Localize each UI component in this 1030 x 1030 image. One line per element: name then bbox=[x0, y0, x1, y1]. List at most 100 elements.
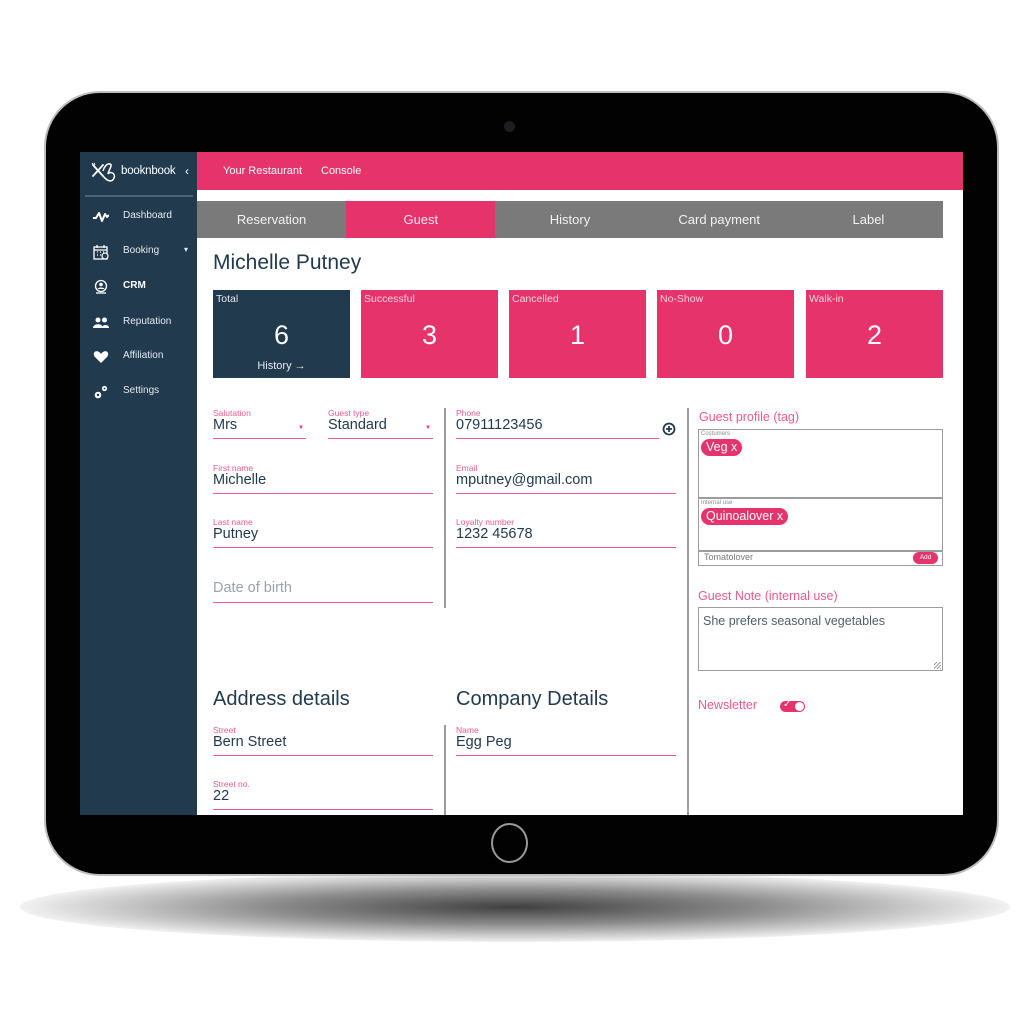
costumers-tag-section: Costumers Veg x bbox=[699, 430, 942, 498]
sidebar: booknbook ‹ Dashboard Booking ▾ CRM Repu… bbox=[80, 152, 197, 815]
first-name-field[interactable]: First name Michelle bbox=[213, 463, 433, 494]
field-value: Putney bbox=[213, 526, 259, 542]
sidebar-item-label: Reputation bbox=[123, 316, 172, 327]
device-shadow bbox=[20, 872, 1010, 942]
field-value: Mrs bbox=[213, 417, 238, 433]
stat-card-total: Total 6 History → bbox=[213, 290, 350, 378]
caret-down-icon: ▼ bbox=[298, 425, 304, 431]
field-value: 22 bbox=[213, 788, 230, 804]
field-value: 1232 45678 bbox=[456, 526, 533, 542]
field-value: 07911123456 bbox=[456, 417, 543, 433]
caret-down-icon: ▼ bbox=[425, 425, 431, 431]
stat-value: 2 bbox=[866, 320, 883, 350]
guest-type-select[interactable]: Guest type Standard ▼ bbox=[328, 408, 433, 439]
sidebar-item-label: Booking bbox=[123, 245, 160, 256]
sidebar-item-crm[interactable]: CRM bbox=[80, 273, 197, 301]
stat-value: 0 bbox=[717, 320, 734, 350]
stat-card-walk-in: Walk-in 2 bbox=[806, 290, 943, 378]
email-field[interactable]: Email mputney@gmail.com bbox=[456, 463, 676, 494]
tag-chip[interactable]: Veg x bbox=[701, 439, 743, 456]
stat-value: 3 bbox=[421, 320, 438, 350]
sidebar-item-settings[interactable]: Settings bbox=[80, 378, 197, 406]
add-tag-button[interactable]: Add bbox=[913, 552, 938, 564]
tab-reservation[interactable]: Reservation bbox=[197, 201, 346, 238]
phone-field[interactable]: Phone 07911123456 bbox=[456, 408, 659, 439]
home-button[interactable] bbox=[491, 823, 528, 863]
guest-profile-tag-box: Costumers Veg x Internal use Quinoalover… bbox=[698, 429, 943, 552]
stat-label: No-Show bbox=[660, 293, 704, 305]
column-divider bbox=[444, 725, 446, 815]
field-underline bbox=[213, 546, 433, 548]
tab-label[interactable]: Label bbox=[794, 201, 943, 238]
stat-card-successful: Successful 3 bbox=[361, 290, 498, 378]
newsletter-toggle[interactable]: ✓ bbox=[780, 699, 805, 712]
sidebar-item-booking[interactable]: Booking ▾ bbox=[80, 238, 197, 266]
column-divider bbox=[687, 408, 689, 815]
new-tag-value: Tomatolover bbox=[704, 552, 754, 562]
app-screen: booknbook ‹ Dashboard Booking ▾ CRM Repu… bbox=[80, 152, 963, 815]
brand-name: booknbook bbox=[121, 165, 176, 177]
sidebar-item-reputation[interactable]: Reputation bbox=[80, 309, 197, 337]
history-link[interactable]: History → bbox=[213, 360, 350, 372]
field-underline bbox=[456, 437, 659, 439]
toggle-knob bbox=[795, 702, 804, 711]
newsletter-label: Newsletter bbox=[698, 698, 758, 712]
street-field[interactable]: Street Bern Street bbox=[213, 725, 433, 756]
brand[interactable]: booknbook ‹ bbox=[80, 152, 197, 194]
tab-card-payment[interactable]: Card payment bbox=[645, 201, 794, 238]
column-divider bbox=[444, 408, 446, 608]
field-value: Bern Street bbox=[213, 734, 287, 750]
tag-section-label: Costumers bbox=[701, 431, 731, 437]
guest-note-title: Guest Note (internal use) bbox=[698, 589, 838, 603]
field-placeholder: Date of birth bbox=[213, 580, 292, 596]
company-section-title: Company Details bbox=[456, 688, 609, 710]
tag-section-label: Internal use bbox=[701, 500, 733, 506]
gears-icon bbox=[94, 385, 108, 399]
stat-value: 1 bbox=[569, 320, 586, 350]
activity-icon bbox=[93, 212, 109, 222]
salutation-select[interactable]: Salutation Mrs ▼ bbox=[213, 408, 306, 439]
camera-icon bbox=[504, 121, 515, 132]
tab-history[interactable]: History bbox=[495, 201, 644, 238]
console-link[interactable]: Console bbox=[321, 165, 361, 177]
resize-grip-icon[interactable] bbox=[934, 662, 941, 669]
tablet-device: booknbook ‹ Dashboard Booking ▾ CRM Repu… bbox=[46, 93, 997, 874]
sidebar-item-label: Affiliation bbox=[123, 350, 164, 361]
chevron-left-icon[interactable]: ‹ bbox=[185, 164, 189, 178]
caret-down-icon: ▾ bbox=[184, 245, 189, 254]
field-value: Egg Peg bbox=[456, 734, 512, 750]
field-underline bbox=[213, 601, 433, 603]
sidebar-item-label: Dashboard bbox=[123, 210, 172, 221]
field-value: Standard bbox=[328, 417, 387, 433]
stat-value: 6 bbox=[273, 320, 290, 350]
sidebar-item-dashboard[interactable]: Dashboard bbox=[80, 203, 197, 231]
tag-chip[interactable]: Quinoalover x bbox=[701, 508, 789, 525]
sidebar-item-affiliation[interactable]: Affiliation bbox=[80, 343, 197, 371]
sidebar-divider bbox=[85, 195, 193, 197]
tab-guest[interactable]: Guest bbox=[346, 201, 496, 238]
field-underline bbox=[213, 754, 433, 756]
street-no-field[interactable]: Street no. 22 bbox=[213, 779, 433, 810]
field-underline bbox=[213, 492, 433, 494]
stage: booknbook ‹ Dashboard Booking ▾ CRM Repu… bbox=[0, 0, 1030, 1030]
field-value: mputney@gmail.com bbox=[456, 472, 593, 488]
stat-label: Total bbox=[216, 293, 239, 305]
field-underline bbox=[328, 437, 433, 439]
check-icon: ✓ bbox=[783, 699, 792, 710]
stat-label: Walk-in bbox=[809, 293, 844, 305]
stat-label: Cancelled bbox=[512, 293, 559, 305]
top-bar: Your Restaurant Console bbox=[197, 152, 963, 190]
tab-bar: Reservation Guest History Card payment L… bbox=[197, 201, 943, 238]
add-circle-icon[interactable] bbox=[662, 422, 676, 436]
guest-note-textarea[interactable]: She prefers seasonal vegetables bbox=[698, 607, 943, 671]
loyalty-number-field[interactable]: Loyalty number 1232 45678 bbox=[456, 517, 676, 548]
booknbook-logo-icon bbox=[91, 162, 116, 182]
company-name-field[interactable]: Name Egg Peg bbox=[456, 725, 676, 756]
your-restaurant-link[interactable]: Your Restaurant bbox=[223, 165, 302, 177]
field-underline bbox=[213, 437, 306, 439]
stat-card-cancelled: Cancelled 1 bbox=[509, 290, 646, 378]
stat-card-no-show: No-Show 0 bbox=[657, 290, 794, 378]
date-of-birth-field[interactable]: Date of birth bbox=[213, 571, 433, 603]
field-underline bbox=[456, 754, 676, 756]
last-name-field[interactable]: Last name Putney bbox=[213, 517, 433, 548]
